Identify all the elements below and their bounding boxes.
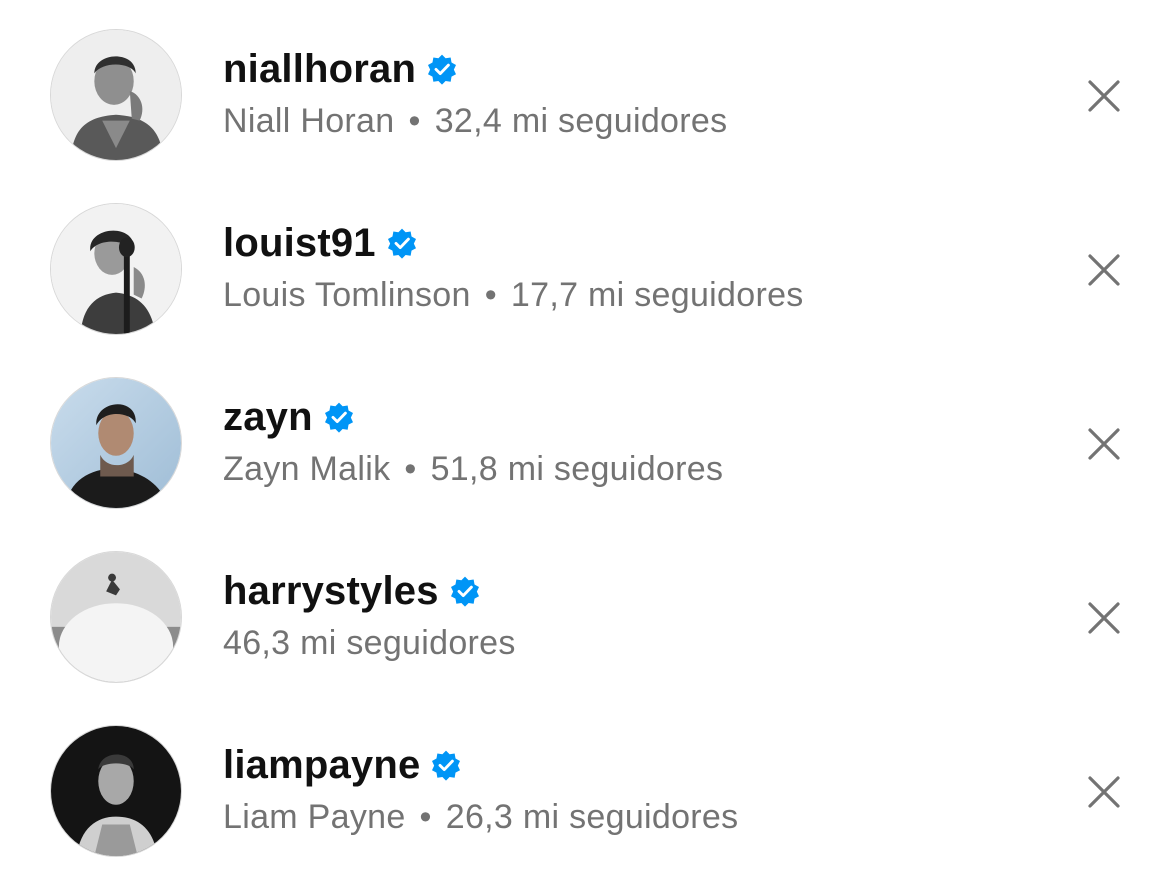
full-name: Niall Horan	[223, 101, 395, 140]
dismiss-button[interactable]	[1082, 248, 1126, 292]
name-line: harrystyles	[223, 566, 481, 616]
avatar[interactable]	[50, 29, 182, 161]
avatar-image	[51, 552, 181, 682]
avatar[interactable]	[50, 377, 182, 509]
close-icon	[1088, 428, 1120, 460]
avatar-image	[51, 30, 181, 160]
close-icon	[1088, 776, 1120, 808]
subtitle: 46,3 mi seguidores	[223, 622, 516, 664]
follower-count: 26,3 mi seguidores	[445, 797, 739, 836]
subtitle: Liam Payne • 26,3 mi seguidores	[223, 796, 738, 838]
close-icon	[1088, 602, 1120, 634]
close-icon	[1088, 80, 1120, 112]
username[interactable]: liampayne	[223, 743, 420, 788]
avatar[interactable]	[50, 203, 182, 335]
separator-dot: •	[484, 275, 497, 314]
verified-badge-icon	[430, 749, 462, 781]
verified-badge-icon	[386, 227, 418, 259]
username[interactable]: niallhoran	[223, 47, 416, 92]
suggestion-row[interactable]: zayn Zayn Malik • 51,8 mi seguidores	[0, 348, 1170, 522]
full-name: Louis Tomlinson	[223, 275, 471, 314]
verified-badge-icon	[426, 53, 458, 85]
suggestion-row[interactable]: liampayne Liam Payne • 26,3 mi seguidore…	[0, 696, 1170, 870]
dismiss-button[interactable]	[1082, 596, 1126, 640]
follower-count: 46,3 mi seguidores	[223, 623, 516, 662]
suggestion-row[interactable]: niallhoran Niall Horan • 32,4 mi seguido…	[0, 0, 1170, 174]
separator-dot: •	[404, 449, 417, 488]
follower-count: 51,8 mi seguidores	[430, 449, 724, 488]
verified-badge-icon	[449, 575, 481, 607]
dismiss-button[interactable]	[1082, 770, 1126, 814]
subtitle: Louis Tomlinson • 17,7 mi seguidores	[223, 274, 804, 316]
separator-dot: •	[408, 101, 421, 140]
suggestion-row[interactable]: louist91 Louis Tomlinson • 17,7 mi segui…	[0, 174, 1170, 348]
avatar-image	[51, 726, 181, 856]
follower-count: 17,7 mi seguidores	[510, 275, 804, 314]
name-line: liampayne	[223, 740, 462, 790]
close-icon	[1088, 254, 1120, 286]
username[interactable]: zayn	[223, 395, 313, 440]
username[interactable]: harrystyles	[223, 569, 439, 614]
avatar-image	[51, 378, 181, 508]
verified-badge-icon	[323, 401, 355, 433]
full-name: Liam Payne	[223, 797, 406, 836]
username[interactable]: louist91	[223, 221, 376, 266]
subtitle: Niall Horan • 32,4 mi seguidores	[223, 100, 727, 142]
follower-count: 32,4 mi seguidores	[434, 101, 728, 140]
full-name: Zayn Malik	[223, 449, 391, 488]
avatar[interactable]	[50, 725, 182, 857]
name-line: zayn	[223, 392, 355, 442]
avatar-image	[51, 204, 181, 334]
dismiss-button[interactable]	[1082, 74, 1126, 118]
separator-dot: •	[419, 797, 432, 836]
avatar[interactable]	[50, 551, 182, 683]
name-line: niallhoran	[223, 44, 458, 94]
suggestion-row[interactable]: harrystyles 46,3 mi seguidores	[0, 522, 1170, 696]
suggested-accounts-list: niallhoran Niall Horan • 32,4 mi seguido…	[0, 0, 1170, 880]
subtitle: Zayn Malik • 51,8 mi seguidores	[223, 448, 723, 490]
name-line: louist91	[223, 218, 418, 268]
dismiss-button[interactable]	[1082, 422, 1126, 466]
